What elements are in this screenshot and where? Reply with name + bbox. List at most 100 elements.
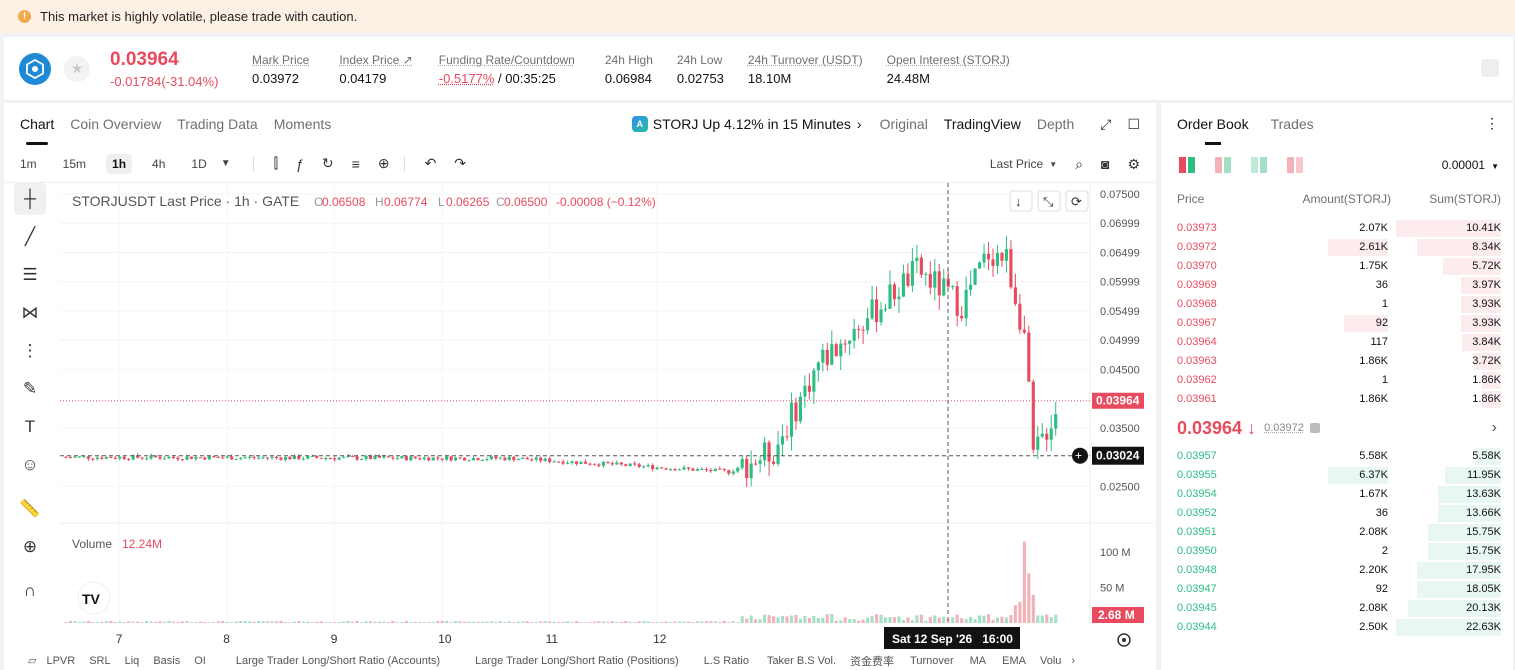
- layout-compact-icon[interactable]: [1215, 157, 1231, 173]
- bids-list: 0.03957 5.58K 5.58K 0.03955 6.37K 11.95K 0.039…: [1161, 447, 1513, 637]
- settings-gear-icon[interactable]: ⚙: [1127, 156, 1140, 173]
- ask-row[interactable]: 0.03963 1.86K 3.72K: [1161, 352, 1513, 371]
- open-interest-label[interactable]: Open Interest (STORJ): [887, 52, 1010, 68]
- ask-row[interactable]: 0.03970 1.75K 5.72K: [1161, 257, 1513, 276]
- bid-row[interactable]: 0.03955 6.37K 11.95K: [1161, 466, 1513, 485]
- brush-icon[interactable]: ✎: [14, 373, 46, 405]
- ask-row[interactable]: 0.03968 1 3.93K: [1161, 295, 1513, 314]
- mid-price-row[interactable]: 0.03964 ↓ 0.03972 ›: [1161, 409, 1513, 447]
- tab-trades[interactable]: Trades: [1271, 103, 1314, 145]
- ask-row[interactable]: 0.03973 2.07K 10.41K: [1161, 219, 1513, 238]
- indicator-ls-ratio[interactable]: L.S Ratio: [704, 655, 749, 667]
- indicator-basis[interactable]: Basis: [153, 655, 180, 667]
- emoji-icon[interactable]: ☺: [14, 449, 46, 481]
- bid-row[interactable]: 0.03954 1.67K 13.63K: [1161, 485, 1513, 504]
- interval-1m[interactable]: 1m: [14, 154, 43, 174]
- layout-both-icon[interactable]: [1179, 157, 1195, 173]
- undo-icon[interactable]: ↶: [425, 155, 437, 172]
- layout-bids-icon[interactable]: [1251, 157, 1267, 173]
- crosshair-icon[interactable]: ┼: [14, 183, 46, 215]
- tab-chart[interactable]: Chart: [20, 103, 54, 145]
- indicator-funding-rate[interactable]: 资金费率: [850, 653, 894, 669]
- indicator-taker-bs[interactable]: Taker B.S Vol.: [767, 655, 836, 667]
- fullscreen-icon[interactable]: ☐: [1127, 116, 1140, 133]
- interval-4h[interactable]: 4h: [146, 154, 171, 174]
- redo-icon[interactable]: ↷: [454, 155, 466, 172]
- collapse-chevron-icon[interactable]: ▱: [28, 654, 36, 667]
- ruler-icon[interactable]: 📏: [14, 493, 46, 525]
- ask-row[interactable]: 0.03969 36 3.97K: [1161, 276, 1513, 295]
- bid-row[interactable]: 0.03957 5.58K 5.58K: [1161, 447, 1513, 466]
- book-icon[interactable]: [1481, 59, 1499, 77]
- candle-type-icon[interactable]: ⫿: [274, 155, 278, 172]
- template-icon[interactable]: ≡: [352, 156, 360, 172]
- view-tradingview[interactable]: TradingView: [944, 116, 1021, 132]
- volume-bar: [494, 621, 498, 623]
- interval-1h[interactable]: 1h: [106, 153, 133, 174]
- interval-15m[interactable]: 15m: [57, 154, 92, 174]
- view-depth[interactable]: Depth: [1037, 116, 1074, 132]
- volume-bar: [628, 621, 632, 623]
- view-original[interactable]: Original: [880, 116, 928, 132]
- favorite-star-icon[interactable]: ★: [64, 55, 90, 82]
- indicator-lpvr[interactable]: LPVR: [46, 655, 75, 667]
- add-order-icon[interactable]: +: [1075, 449, 1082, 463]
- indicator-volume[interactable]: Volu: [1040, 655, 1061, 667]
- layout-asks-icon[interactable]: [1287, 157, 1303, 173]
- add-alert-icon[interactable]: ⊕: [378, 155, 390, 172]
- price-type-select[interactable]: Last Price: [990, 157, 1043, 171]
- bid-row[interactable]: 0.03951 2.08K 15.75K: [1161, 523, 1513, 542]
- indicator-oi[interactable]: OI: [194, 655, 206, 667]
- search-icon[interactable]: ⌕: [1075, 156, 1083, 173]
- indicator-large-trader-accounts[interactable]: Large Trader Long/Short Ratio (Accounts): [236, 655, 440, 667]
- magnet-icon[interactable]: ∩: [14, 575, 46, 607]
- chevron-right-icon[interactable]: ›: [1492, 419, 1497, 437]
- bid-row[interactable]: 0.03952 36 13.66K: [1161, 504, 1513, 523]
- news-ticker[interactable]: A STORJ Up 4.12% in 15 Minutes ›: [631, 116, 862, 132]
- chevron-right-icon[interactable]: ›: [1071, 655, 1075, 667]
- index-price-label[interactable]: Index Price ↗: [339, 52, 412, 68]
- fib-icon[interactable]: ⋮: [14, 335, 46, 367]
- settings-circle-icon[interactable]: [1117, 633, 1131, 647]
- trend-line-icon[interactable]: ╱: [14, 221, 46, 253]
- ask-row[interactable]: 0.03972 2.61K 8.34K: [1161, 238, 1513, 257]
- ask-row[interactable]: 0.03967 92 3.93K: [1161, 314, 1513, 333]
- price-type-dropdown-icon[interactable]: ▼: [1049, 160, 1057, 169]
- precision-select[interactable]: 0.00001: [1442, 158, 1485, 172]
- camera-icon[interactable]: ◙: [1101, 156, 1109, 172]
- tab-trading-data[interactable]: Trading Data: [177, 103, 257, 145]
- text-tool-icon[interactable]: T: [14, 411, 46, 443]
- ask-row[interactable]: 0.03962 1 1.86K: [1161, 371, 1513, 390]
- indicator-ma[interactable]: MA: [970, 655, 987, 667]
- replay-icon[interactable]: ↻: [322, 155, 334, 172]
- tab-order-book[interactable]: Order Book: [1177, 103, 1249, 145]
- indicator-icon[interactable]: ƒ: [296, 156, 304, 172]
- indicator-large-trader-positions[interactable]: Large Trader Long/Short Ratio (Positions…: [475, 655, 679, 667]
- bid-row[interactable]: 0.03950 2 15.75K: [1161, 542, 1513, 561]
- indicator-liq[interactable]: Liq: [125, 655, 140, 667]
- precision-dropdown-icon[interactable]: ▼: [1491, 162, 1499, 171]
- interval-1d[interactable]: 1D: [185, 154, 212, 174]
- horizontal-lines-icon[interactable]: ☰: [14, 259, 46, 291]
- turnover-label[interactable]: 24h Turnover (USDT): [748, 52, 863, 68]
- expand-icon[interactable]: ⤢: [1100, 116, 1111, 133]
- tab-moments[interactable]: Moments: [274, 103, 332, 145]
- indicator-turnover[interactable]: Turnover: [910, 655, 954, 667]
- indicator-ema[interactable]: EMA: [1002, 655, 1026, 667]
- pattern-icon[interactable]: ⋈: [14, 297, 46, 329]
- ask-row[interactable]: 0.03961 1.86K 1.86K: [1161, 390, 1513, 409]
- ask-row[interactable]: 0.03964 117 3.84K: [1161, 333, 1513, 352]
- mark-price-label[interactable]: Mark Price: [252, 52, 309, 68]
- bid-row[interactable]: 0.03948 2.20K 17.95K: [1161, 561, 1513, 580]
- bid-row[interactable]: 0.03947 92 18.05K: [1161, 580, 1513, 599]
- zoom-in-icon[interactable]: ⊕: [14, 531, 46, 563]
- bid-row[interactable]: 0.03945 2.08K 20.13K: [1161, 599, 1513, 618]
- more-options-icon[interactable]: ⋮: [1485, 115, 1499, 132]
- interval-dropdown-icon[interactable]: ▼: [221, 158, 231, 169]
- funding-rate-label[interactable]: Funding Rate/Countdown: [439, 52, 575, 68]
- indicator-srl[interactable]: SRL: [89, 655, 110, 667]
- candlestick-chart[interactable]: 0.07500 0.06999 0.06499 0.05999 0.05499 0.049…: [60, 183, 1154, 651]
- tab-coin-overview[interactable]: Coin Overview: [70, 103, 161, 145]
- volume-bar: [897, 616, 901, 623]
- bid-row[interactable]: 0.03944 2.50K 22.63K: [1161, 618, 1513, 637]
